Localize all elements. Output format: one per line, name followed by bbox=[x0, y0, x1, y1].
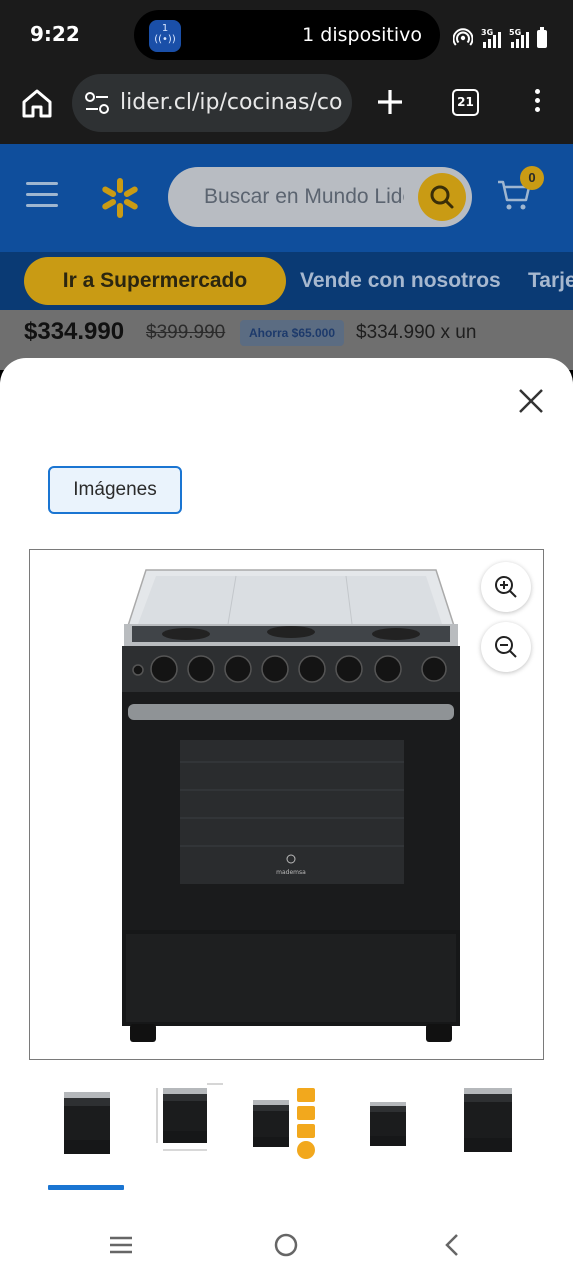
live-activity-pill[interactable]: 1 ((•)) 1 dispositivo bbox=[134, 10, 440, 60]
sell-with-us-link[interactable]: Vende con nosotros bbox=[300, 269, 501, 293]
hotspot-icon bbox=[453, 28, 473, 46]
pill-badge-count: 1 bbox=[161, 23, 169, 34]
image-gallery-modal: Imágenes mademsa bbox=[0, 358, 573, 1280]
tab-images[interactable]: Imágenes bbox=[48, 466, 182, 514]
status-icons: 3G 5G bbox=[453, 24, 547, 48]
close-icon[interactable] bbox=[516, 386, 546, 416]
net-type-2: 5G bbox=[509, 28, 522, 37]
walmart-spark-logo[interactable] bbox=[98, 176, 142, 220]
hamburger-menu-icon[interactable] bbox=[26, 182, 58, 208]
recents-button[interactable] bbox=[108, 1232, 134, 1263]
zoom-out-icon bbox=[495, 636, 517, 658]
site-search-input[interactable]: Buscar en Mundo Lider bbox=[168, 167, 472, 227]
supermarket-button[interactable]: Ir a Supermercado bbox=[24, 257, 286, 305]
signal-3g-icon: 3G bbox=[481, 28, 501, 48]
selected-thumbnail-indicator bbox=[48, 1185, 124, 1190]
battery-icon bbox=[537, 27, 547, 48]
status-bar: 9:22 1 ((•)) 1 dispositivo 3G 5G bbox=[0, 0, 573, 72]
pill-text: 1 dispositivo bbox=[302, 24, 422, 46]
tab-switcher-button[interactable]: 21 bbox=[452, 89, 479, 116]
thumbnail-stove-angle[interactable] bbox=[446, 1080, 532, 1170]
url-text: lider.cl/ip/cocinas/co bbox=[120, 90, 342, 115]
new-tab-icon[interactable] bbox=[376, 88, 404, 116]
site-settings-icon[interactable] bbox=[84, 91, 110, 115]
status-time: 9:22 bbox=[30, 22, 80, 46]
home-circle-icon bbox=[274, 1233, 298, 1257]
cart-count-badge: 0 bbox=[520, 166, 544, 190]
back-button[interactable] bbox=[440, 1232, 466, 1263]
current-price: $334.990 bbox=[24, 318, 125, 345]
image-viewer[interactable]: mademsa bbox=[29, 549, 544, 1060]
thumbnail-stove-small[interactable] bbox=[344, 1080, 430, 1170]
zoom-in-button[interactable] bbox=[481, 562, 531, 612]
nearby-share-icon: 1 ((•)) bbox=[149, 20, 181, 52]
brand-logo: mademsa bbox=[276, 869, 306, 876]
zoom-in-icon bbox=[495, 576, 517, 598]
site-nav: Ir a Supermercado Vende con nosotros Tar… bbox=[0, 252, 573, 310]
thumbnail-stove-front[interactable] bbox=[48, 1080, 134, 1170]
unit-price: $334.990 x un bbox=[356, 322, 477, 343]
tarjeta-link[interactable]: Tarje bbox=[528, 269, 573, 293]
old-price: $399.990 bbox=[146, 322, 226, 343]
thumbnail-strip bbox=[0, 1080, 573, 1190]
signal-5g-icon: 5G bbox=[509, 28, 529, 48]
product-image-stove: mademsa bbox=[122, 569, 460, 1042]
thumbnail-stove-features[interactable] bbox=[243, 1080, 329, 1170]
search-placeholder: Buscar en Mundo Lider bbox=[204, 185, 404, 208]
search-button[interactable] bbox=[418, 173, 466, 221]
site-header: Buscar en Mundo Lider 0 bbox=[0, 144, 573, 252]
more-menu-icon[interactable] bbox=[526, 86, 548, 120]
home-icon[interactable] bbox=[20, 86, 54, 120]
address-bar[interactable]: lider.cl/ip/cocinas/co bbox=[72, 74, 352, 132]
net-type-1: 3G bbox=[481, 28, 494, 37]
home-nav-button[interactable] bbox=[273, 1232, 299, 1263]
savings-badge: Ahorra $65.000 bbox=[240, 320, 344, 346]
recents-icon bbox=[110, 1236, 132, 1254]
browser-toolbar: lider.cl/ip/cocinas/co 21 bbox=[0, 72, 573, 144]
thumbnail-stove-dimensions[interactable] bbox=[145, 1080, 231, 1170]
zoom-out-button[interactable] bbox=[481, 622, 531, 672]
android-nav-bar bbox=[0, 1210, 573, 1280]
back-chevron-icon bbox=[445, 1234, 458, 1256]
search-icon bbox=[430, 185, 454, 209]
